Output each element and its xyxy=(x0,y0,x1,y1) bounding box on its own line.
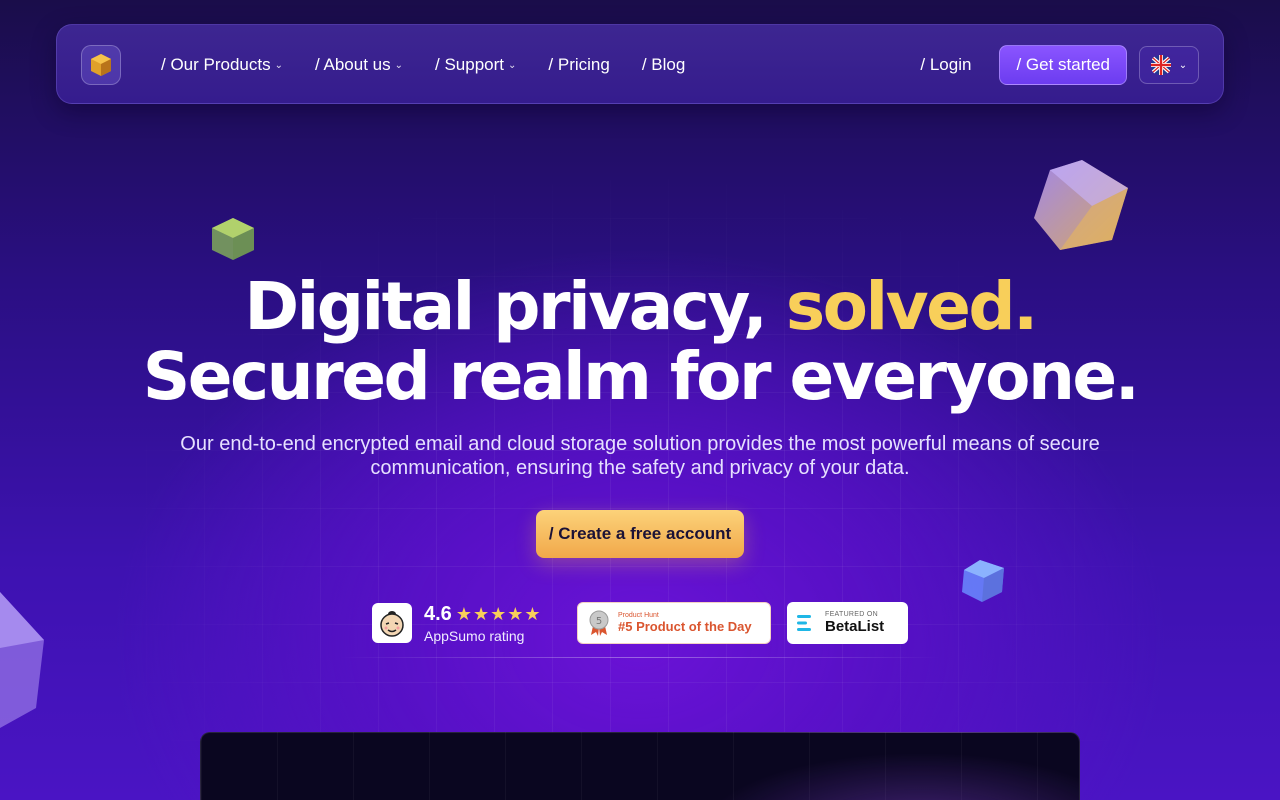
medal-icon: 5 xyxy=(589,610,609,636)
chevron-down-icon: ⌄ xyxy=(394,59,404,71)
rating-row: 4.6 ★★★★★ xyxy=(424,603,542,626)
appsumo-rating-value: 4.6 xyxy=(424,602,452,625)
nav-pricing[interactable]: / Pricing xyxy=(548,55,609,75)
top-navbar: / Our Products ⌄ / About us ⌄ / Support … xyxy=(56,24,1224,104)
betalist-featured-label: FEATURED ON xyxy=(825,611,878,618)
chevron-down-icon: ⌄ xyxy=(508,59,517,71)
chevron-down-icon: ⌄ xyxy=(274,59,283,71)
nav-blog-label: / Blog xyxy=(641,55,686,74)
appsumo-rating-badge[interactable]: 4.6 ★★★★★ AppSumo rating xyxy=(372,602,542,644)
hero-title-accent: solved. xyxy=(785,268,1038,345)
uk-flag-icon xyxy=(1150,55,1171,75)
appsumo-logo xyxy=(372,603,412,643)
producthunt-text: Product Hunt #5 Product of the Day xyxy=(618,612,752,634)
rating-stars: ★★★★★ xyxy=(455,603,542,624)
hero-title: Digital privacy, solved. Secured realm f… xyxy=(0,272,1280,412)
betalist-logo-icon xyxy=(797,615,811,631)
nav-our-products[interactable]: / Our Products ⌄ xyxy=(161,55,283,75)
chevron-down-icon: ⌄ xyxy=(1178,59,1188,71)
appsumo-rating-label: AppSumo rating xyxy=(424,627,525,644)
cube-decoration-small-blue xyxy=(962,560,1004,602)
language-selector[interactable]: ⌄ xyxy=(1139,46,1199,84)
login-link[interactable]: / Login xyxy=(920,55,971,75)
brand-logo[interactable] xyxy=(81,45,121,85)
cube-logo-icon xyxy=(91,54,111,76)
app-preview-window xyxy=(200,732,1080,800)
hero-subtitle: Our end-to-end encrypted email and cloud… xyxy=(180,433,1100,479)
cube-decoration-small-green xyxy=(212,218,254,260)
producthunt-rank: #5 Product of the Day xyxy=(618,619,752,634)
nav-support[interactable]: / Support ⌄ xyxy=(435,55,516,75)
nav-actions: / Login / Get started ⌄ xyxy=(920,45,1199,85)
appsumo-text: 4.6 ★★★★★ AppSumo rating xyxy=(424,603,542,644)
sumo-mascot-icon xyxy=(380,611,404,637)
producthunt-label: Product Hunt xyxy=(618,612,659,619)
betalist-name: BetaList xyxy=(825,618,885,635)
hero-title-line2: Secured realm for everyone. xyxy=(142,338,1140,415)
nav-our-products-label: / Our Products xyxy=(161,55,271,74)
svg-text:5: 5 xyxy=(596,616,602,627)
betalist-badge[interactable]: FEATURED ON BetaList xyxy=(787,602,908,644)
cube-decoration-left-edge xyxy=(0,592,44,728)
producthunt-badge[interactable]: 5 Product Hunt #5 Product of the Day xyxy=(577,602,771,644)
create-free-account-button[interactable]: / Create a free account xyxy=(536,510,744,558)
betalist-text: FEATURED ON BetaList xyxy=(825,611,884,635)
hero-title-part1: Digital privacy, xyxy=(244,268,786,345)
nav-links: / Our Products ⌄ / About us ⌄ / Support … xyxy=(161,25,717,105)
cube-decoration-large-gold xyxy=(1034,160,1128,250)
badges-divider xyxy=(340,657,940,658)
nav-pricing-label: / Pricing xyxy=(548,55,610,74)
nav-about-us-label: / About us xyxy=(315,55,391,74)
nav-support-label: / Support xyxy=(435,55,505,74)
nav-blog[interactable]: / Blog xyxy=(642,55,685,75)
get-started-button[interactable]: / Get started xyxy=(999,45,1127,85)
nav-about-us[interactable]: / About us ⌄ xyxy=(315,55,403,75)
